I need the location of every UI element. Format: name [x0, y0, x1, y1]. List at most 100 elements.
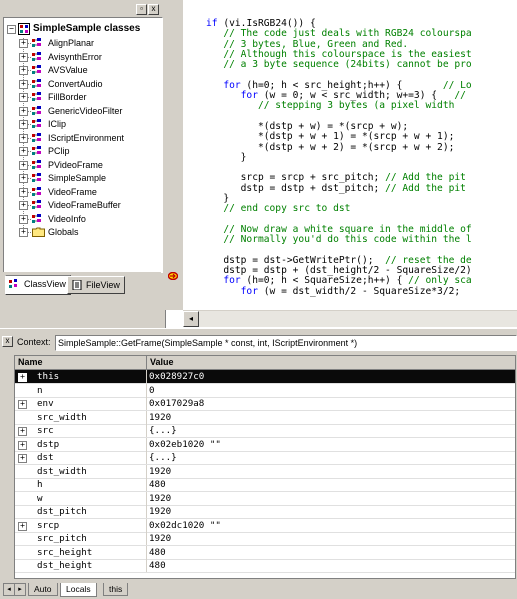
expand-icon[interactable]: +: [19, 39, 28, 48]
tree-item-label: VideoFrameBuffer: [48, 200, 121, 210]
variable-value[interactable]: 1920: [149, 411, 171, 424]
expand-icon[interactable]: +: [18, 373, 27, 382]
expand-icon[interactable]: +: [19, 93, 28, 102]
variable-row[interactable]: src_pitch 1920: [15, 532, 515, 546]
tree-item-class[interactable]: + AVSValue: [4, 63, 162, 77]
tab-locals[interactable]: Locals: [60, 583, 97, 597]
expand-icon[interactable]: +: [19, 147, 28, 156]
variable-value[interactable]: {...}: [149, 424, 177, 437]
variable-value[interactable]: {...}: [149, 451, 177, 464]
expand-icon[interactable]: +: [19, 120, 28, 129]
tree-item-label: VideoInfo: [48, 213, 86, 224]
variable-value[interactable]: 1920: [149, 465, 171, 478]
expand-icon[interactable]: +: [19, 187, 28, 197]
variable-value[interactable]: 0x02dc1020 "": [149, 519, 221, 532]
code-comment: //: [454, 90, 466, 102]
tree-item-class[interactable]: + PVideoFrame: [4, 158, 162, 172]
column-divider: [146, 505, 147, 518]
column-divider: [146, 370, 147, 383]
tab-scroll-right-button[interactable]: ▸: [14, 583, 26, 596]
variable-row[interactable]: w 1920: [15, 491, 515, 506]
tab-fileview[interactable]: FileView: [67, 276, 125, 294]
fileview-icon: [72, 280, 82, 290]
expand-icon[interactable]: +: [19, 228, 28, 237]
pin-button[interactable]: ▫: [136, 4, 147, 15]
variable-value[interactable]: 0: [149, 384, 155, 397]
variable-value[interactable]: 0x017029a8: [149, 397, 204, 410]
expand-icon[interactable]: +: [19, 160, 28, 170]
tab-auto[interactable]: Auto: [28, 583, 58, 596]
expand-icon[interactable]: +: [19, 174, 28, 183]
tab-this[interactable]: this: [103, 583, 129, 596]
expand-icon[interactable]: +: [18, 427, 27, 436]
tree-item-globals[interactable]: + Globals: [4, 225, 162, 239]
variable-row[interactable]: dst_pitch 1920: [15, 505, 515, 519]
scroll-left-button[interactable]: ◂: [183, 311, 199, 327]
variable-row[interactable]: src_width 1920: [15, 410, 515, 425]
expand-icon[interactable]: +: [19, 79, 28, 89]
variable-value[interactable]: 0x02eb1020 "": [149, 438, 221, 451]
variable-row[interactable]: n0: [15, 383, 515, 398]
variable-row[interactable]: dst_width 1920: [15, 464, 515, 479]
variable-value[interactable]: 480: [149, 478, 166, 491]
variable-value[interactable]: 1920: [149, 532, 171, 545]
expand-icon[interactable]: +: [19, 201, 28, 210]
tree-item-class[interactable]: + AlignPlanar: [4, 36, 162, 50]
expand-icon[interactable]: +: [18, 521, 27, 531]
tree-item-class[interactable]: + GenericVideoFilter: [4, 104, 162, 118]
source-code: if (vi.IsRGB24()) { // The code just dea…: [206, 18, 472, 297]
column-header-value[interactable]: Value: [147, 356, 515, 369]
code-comment: // Add the pit: [385, 182, 466, 194]
variable-row[interactable]: + dstp 0x02eb1020 "": [15, 437, 515, 452]
variable-name: h: [37, 479, 43, 490]
variable-value[interactable]: 480: [149, 546, 166, 559]
tree-item-class[interactable]: + IClip: [4, 117, 162, 131]
expand-icon[interactable]: +: [18, 454, 27, 463]
tab-classview[interactable]: ClassView: [5, 275, 71, 295]
variable-value[interactable]: 0x028927c0: [149, 370, 204, 383]
variable-name: this: [37, 371, 60, 382]
expand-icon[interactable]: +: [19, 106, 28, 116]
variable-row[interactable]: + this 0x028927c0: [15, 370, 515, 384]
tree-item-class[interactable]: + AvisynthError: [4, 50, 162, 64]
variable-row[interactable]: + srcp 0x02dc1020 "": [15, 518, 515, 533]
code-comment: // Normally you'd do this code within th…: [206, 234, 472, 246]
expand-icon[interactable]: +: [18, 440, 27, 450]
tree-item-class[interactable]: + VideoFrameBuffer: [4, 198, 162, 212]
context-dropdown[interactable]: SimpleSample::GetFrame(SimpleSample * co…: [55, 335, 517, 351]
tree-item-class[interactable]: + ConvertAudio: [4, 77, 162, 91]
tree-item-class[interactable]: + IScriptEnvironment: [4, 131, 162, 145]
tree-item-class[interactable]: + VideoInfo: [4, 212, 162, 226]
column-header-name[interactable]: Name: [15, 356, 147, 369]
code-line: dstp = dstp + dst_pitch; // Add the pit: [206, 182, 472, 194]
variable-row[interactable]: + env 0x017029a8: [15, 397, 515, 411]
expand-icon[interactable]: +: [18, 400, 27, 409]
expand-icon[interactable]: +: [19, 52, 28, 62]
variable-name: w: [37, 492, 43, 504]
variable-row[interactable]: h 480: [15, 478, 515, 492]
editor-horizontal-scrollbar[interactable]: ◂: [183, 310, 517, 327]
close-panel-button[interactable]: x: [148, 4, 159, 15]
variables-grid[interactable]: Name Value + this 0x028927c0 n 0 + env 0x017029…: [14, 355, 516, 579]
variable-row[interactable]: + dst {...}: [15, 451, 515, 465]
variable-row[interactable]: + src {...}: [15, 424, 515, 438]
expand-icon[interactable]: +: [19, 133, 28, 143]
close-variables-button[interactable]: x: [2, 336, 13, 347]
tree-item-label: FillBorder: [48, 92, 87, 102]
tree-item-class[interactable]: + SimpleSample: [4, 171, 162, 185]
variable-value[interactable]: 480: [149, 559, 166, 572]
class-tree[interactable]: − SimpleSample classes + AlignPlanar + Avisyn…: [3, 17, 163, 273]
expand-icon[interactable]: +: [19, 66, 28, 75]
tree-item-label: PVideoFrame: [48, 159, 103, 170]
variable-value[interactable]: 1920: [149, 492, 171, 505]
collapse-icon[interactable]: −: [7, 25, 16, 34]
tree-item-class[interactable]: + PClip: [4, 144, 162, 158]
variable-row[interactable]: src_height 480: [15, 545, 515, 560]
tree-item-class[interactable]: + VideoFrame: [4, 185, 162, 199]
variable-value[interactable]: 1920: [149, 505, 171, 518]
variable-name: src: [37, 425, 54, 436]
tree-item-class[interactable]: + FillBorder: [4, 90, 162, 104]
editor-gutter[interactable]: [165, 0, 183, 310]
expand-icon[interactable]: +: [19, 214, 28, 224]
variable-row[interactable]: dst_height 480: [15, 559, 515, 573]
